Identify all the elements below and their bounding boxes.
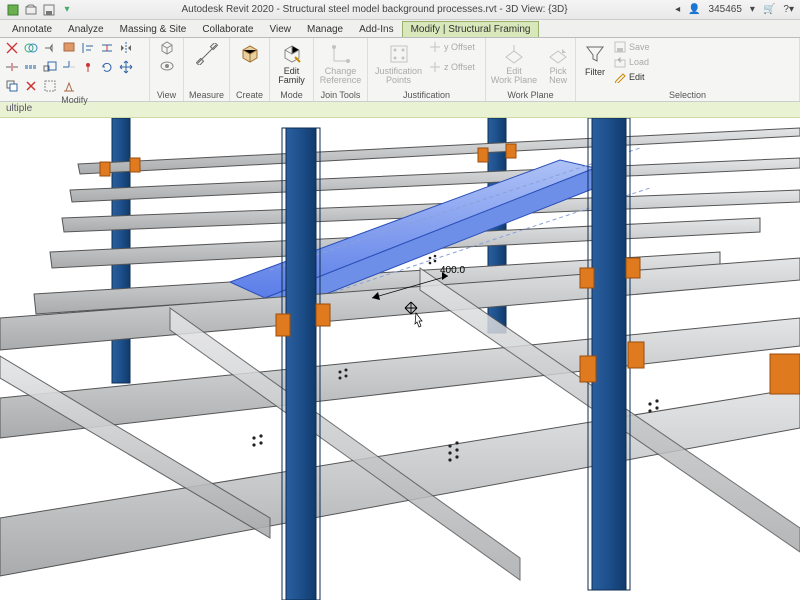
create-button[interactable]: [235, 40, 265, 68]
view-box-icon[interactable]: [159, 40, 175, 56]
tool-join-icon[interactable]: [23, 40, 39, 56]
edit-selection-button[interactable]: Edit: [613, 70, 650, 84]
panel-label-justification: Justification: [372, 89, 481, 100]
3d-viewport[interactable]: 400.0: [0, 118, 800, 600]
change-reference-label: Change Reference: [320, 67, 362, 85]
tab-addins[interactable]: Add-Ins: [351, 22, 401, 37]
column-front-right[interactable]: [588, 118, 630, 590]
options-bar-text: ultiple: [6, 103, 32, 114]
bolt-group[interactable]: [429, 255, 437, 265]
tool-demolish-icon[interactable]: [61, 78, 77, 94]
tool-paint-icon[interactable]: [61, 40, 77, 56]
tool-delete-icon[interactable]: [23, 78, 39, 94]
tool-offset-icon[interactable]: [99, 40, 115, 56]
connection-plate[interactable]: [626, 258, 640, 278]
panel-label-create: Create: [234, 89, 265, 100]
tab-analyze[interactable]: Analyze: [60, 22, 112, 37]
edit-family-button[interactable]: Edit Family: [275, 40, 308, 87]
view-hide-icon[interactable]: [159, 58, 175, 74]
justification-points-button: Justification Points: [372, 40, 425, 87]
load-selection-button: Load: [613, 55, 650, 69]
change-reference-button: Change Reference: [317, 40, 365, 87]
edit-work-plane-button: Edit Work Plane: [488, 40, 540, 87]
app-menu-icon[interactable]: [6, 3, 20, 17]
panel-label-work-plane: Work Plane: [490, 89, 571, 100]
qat-dropdown-icon[interactable]: ▾: [60, 3, 74, 17]
qat-open-icon[interactable]: [24, 3, 38, 17]
tool-scale-icon[interactable]: [42, 59, 58, 75]
tool-align-icon[interactable]: [80, 40, 96, 56]
panel-label-measure: Measure: [188, 89, 225, 100]
tool-copy-icon[interactable]: [4, 78, 20, 94]
connection-plate[interactable]: [580, 356, 596, 382]
qat-save-icon[interactable]: [42, 3, 56, 17]
tab-annotate[interactable]: Annotate: [4, 22, 60, 37]
signin-icon[interactable]: 👤: [688, 4, 700, 15]
tab-collaborate[interactable]: Collaborate: [194, 22, 261, 37]
connection-plate[interactable]: [628, 342, 644, 368]
panel-label-selection: Selection: [580, 89, 795, 100]
cursor-icon: [415, 313, 422, 327]
cart-icon[interactable]: 🛒: [763, 4, 775, 15]
bolt-group[interactable]: [252, 434, 262, 446]
column-front-left[interactable]: [282, 128, 320, 600]
tab-manage[interactable]: Manage: [299, 22, 351, 37]
connection-plate[interactable]: [316, 304, 330, 326]
connection-plate[interactable]: [478, 148, 488, 162]
tool-cut-icon[interactable]: [4, 40, 20, 56]
panel-label-mode: Mode: [274, 89, 309, 100]
tool-trim-icon[interactable]: [61, 59, 77, 75]
filter-button[interactable]: Filter: [580, 40, 610, 79]
connection-plate[interactable]: [276, 314, 290, 336]
connection-plate[interactable]: [130, 158, 140, 172]
tool-split-icon[interactable]: [4, 59, 20, 75]
ribbon: Modify View Measure Create Ed: [0, 38, 800, 102]
tab-view[interactable]: View: [261, 22, 299, 37]
ribbon-tabs: Annotate Analyze Massing & Site Collabor…: [0, 20, 800, 38]
z-offset-button: z Offset: [428, 60, 475, 74]
tool-move-icon[interactable]: [118, 59, 134, 75]
measure-button[interactable]: [192, 40, 222, 68]
panel-label-view: View: [154, 89, 179, 100]
nav-back-icon[interactable]: ◂: [675, 4, 680, 15]
tool-pin-icon[interactable]: [80, 59, 96, 75]
tab-massing-site[interactable]: Massing & Site: [112, 22, 195, 37]
connection-plate[interactable]: [506, 144, 516, 158]
user-count: 345465: [709, 4, 742, 15]
help-icon[interactable]: ?▾: [783, 4, 794, 15]
pick-new-button: Pick New: [543, 40, 573, 87]
connection-plate[interactable]: [580, 268, 594, 288]
edit-family-label: Edit Family: [278, 67, 305, 85]
bolt-group[interactable]: [648, 399, 658, 412]
window-title: Autodesk Revit 2020 - Structural steel m…: [74, 4, 675, 15]
panel-label-join-tools: Join Tools: [318, 89, 363, 100]
tab-modify-structural-framing[interactable]: Modify | Structural Framing: [402, 21, 540, 37]
dimension-value[interactable]: 400.0: [440, 265, 465, 276]
tool-rotate-icon[interactable]: [99, 59, 115, 75]
favorites-icon[interactable]: ▾: [750, 4, 755, 15]
connection-plate[interactable]: [770, 354, 800, 394]
tool-group-icon[interactable]: [42, 78, 58, 94]
tool-mirror-icon[interactable]: [118, 40, 134, 56]
justification-points-label: Justification Points: [375, 67, 422, 85]
y-offset-button: y Offset: [428, 40, 475, 54]
connection-plate[interactable]: [100, 162, 110, 176]
save-selection-button: Save: [613, 40, 650, 54]
tool-array-icon[interactable]: [23, 59, 39, 75]
tool-cope-icon[interactable]: [42, 40, 58, 56]
